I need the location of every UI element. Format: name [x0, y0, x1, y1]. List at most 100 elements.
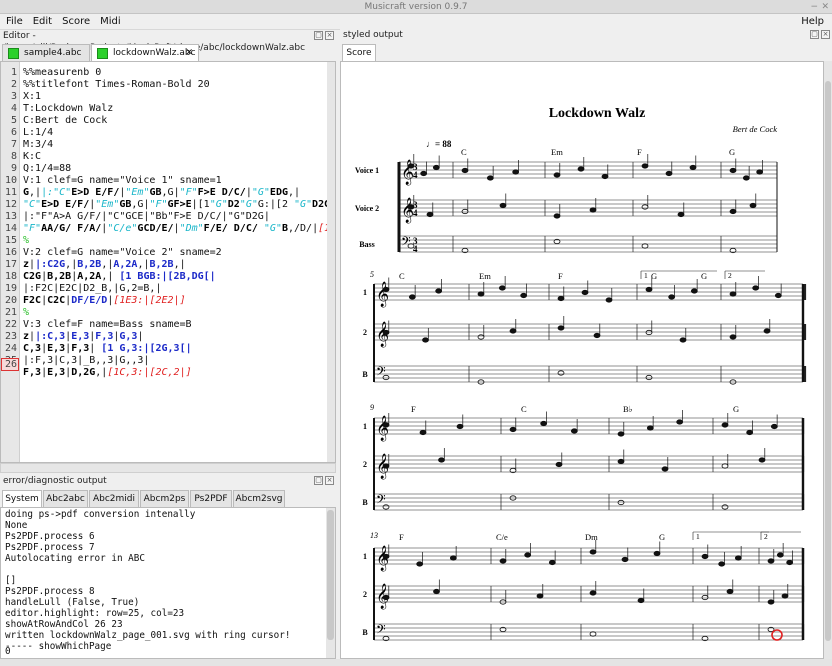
tab-abcm2svg[interactable]: Abcm2svg — [233, 490, 285, 507]
menu-help[interactable]: Help — [795, 14, 828, 30]
close-panel-icon[interactable]: × — [325, 31, 334, 40]
staff-label: 2 — [363, 328, 367, 337]
code-line: F,3|E,3|D,2G,|[1C,3:|[2C,2|] — [23, 367, 192, 378]
note-head — [621, 556, 629, 563]
code-line: V:1 clef=G name="Voice 1" sname=1 — [23, 175, 222, 186]
score-view[interactable]: Lockdown Walz Bert de Cock ♩= 88 Voice 1… — [340, 61, 824, 659]
code-line: |:F2C|E2C|D2_B,|G,2=B,| — [23, 283, 162, 294]
tab-lockdownwalz[interactable]: lockdownWalz.abc ✕ — [91, 44, 199, 61]
code-line: z||:C2G,|B,2B,|A,2A,|B,2B,| — [23, 259, 186, 270]
float-icon[interactable]: ▢ — [810, 30, 819, 39]
float-icon[interactable]: ▢ — [314, 476, 323, 485]
note-head — [548, 559, 556, 566]
clef-icon: 𝄞 — [376, 415, 389, 441]
menu-edit[interactable]: Edit — [27, 14, 56, 30]
note-head — [577, 166, 585, 172]
note-head — [781, 593, 789, 599]
ring-cursor — [771, 629, 783, 641]
scroll-thumb[interactable] — [327, 510, 334, 640]
score-scrollbar[interactable] — [824, 61, 832, 659]
note-head — [524, 552, 532, 558]
scroll-thumb[interactable] — [825, 81, 831, 641]
staff-label: B — [362, 498, 368, 507]
chord-symbol: F — [399, 532, 404, 542]
staff-label: B — [362, 628, 368, 637]
note-head — [645, 329, 653, 336]
quarter-note-icon: ♩ — [426, 139, 435, 149]
log-line: written lockdownWalz_page_001.svg with r… — [5, 630, 291, 641]
code-line: C:Bert de Cock — [23, 115, 108, 126]
note-head — [456, 423, 464, 430]
note-head — [557, 370, 565, 376]
note-head — [589, 549, 597, 555]
line-number: 4 — [10, 103, 17, 114]
code-line: %%measurenb 0 — [23, 67, 102, 78]
tab-abcm2ps[interactable]: Abcm2ps — [140, 490, 189, 507]
note-head — [581, 289, 589, 296]
line-number: 5 — [10, 115, 17, 126]
menu-midi[interactable]: Midi — [94, 14, 125, 30]
chord-symbol: Em — [479, 271, 491, 281]
editor-vertical-scrollbar[interactable] — [327, 62, 335, 462]
note-head — [589, 590, 597, 596]
note-head — [420, 170, 428, 177]
float-icon[interactable]: ▢ — [314, 31, 323, 40]
line-number: 17 — [4, 259, 17, 270]
measure-number: 9 — [370, 403, 374, 412]
note-head — [677, 211, 685, 218]
tab-score[interactable]: Score — [342, 44, 376, 61]
tab-ps2pdf[interactable]: Ps2PDF — [190, 490, 232, 507]
note-head — [419, 429, 427, 436]
chord-symbol: C — [399, 271, 405, 281]
minimize-icon[interactable]: − — [810, 0, 818, 14]
note-head — [553, 213, 561, 219]
close-icon[interactable]: ✕ — [821, 0, 829, 14]
line-number: 23 — [4, 331, 17, 342]
chord-symbol: G — [733, 404, 739, 414]
close-tab-icon[interactable]: ✕ — [185, 45, 193, 61]
note-head — [553, 172, 561, 178]
chord-symbol: G — [651, 271, 657, 281]
note-head — [557, 325, 565, 331]
code-line: G,||:"C"E>D E/F/|"Em"GB,G|"F"F>E D/C/|"G… — [23, 187, 301, 198]
line-number: 14 — [4, 223, 17, 234]
abc-editor[interactable]: 1 2 3 4 5 6 7 8 9 10 11 12 13 14 15 16 1… — [0, 61, 336, 463]
note-head — [690, 288, 698, 294]
note-head — [721, 463, 729, 469]
note-head — [461, 167, 469, 174]
tab-abc2abc[interactable]: Abc2abc — [43, 490, 88, 507]
note-head — [382, 553, 390, 560]
output-panel-label: styled output — [343, 30, 403, 40]
staff-systems: Voice 1 𝄞34Voice 2 𝄞34Bass 𝄢 34C Em F G1 𝄞2 𝄞B 𝄢C E… — [355, 147, 807, 642]
note-head — [641, 163, 649, 169]
tab-abc2midi[interactable]: Abc2midi — [89, 490, 139, 507]
note-head — [646, 425, 654, 431]
note-head — [555, 461, 563, 468]
tempo-value: = 88 — [435, 139, 452, 149]
line-number: 12 — [4, 199, 17, 210]
note-head — [665, 170, 673, 177]
error-scrollbar[interactable] — [326, 508, 335, 658]
log-line: Autolocating error in ABC — [5, 553, 145, 564]
note-head — [641, 243, 649, 249]
line-number: 2 — [10, 79, 17, 90]
tab-system[interactable]: System — [2, 490, 42, 507]
error-output[interactable]: doing ps->pdf conversion intenally None … — [0, 507, 336, 659]
editor-horizontal-scrollbar[interactable] — [0, 463, 336, 473]
tab-sample4[interactable]: sample4.abc — [2, 44, 90, 61]
file-status-icon — [97, 48, 108, 59]
note-head — [676, 419, 684, 425]
note-head — [668, 294, 676, 300]
code-line: X:1 — [23, 91, 42, 102]
code-line: % — [23, 235, 30, 246]
menu-file[interactable]: File — [0, 14, 27, 30]
close-panel-icon[interactable]: × — [821, 30, 830, 39]
note-head — [752, 285, 760, 291]
menu-score[interactable]: Score — [56, 14, 94, 30]
note-head — [689, 164, 697, 171]
close-panel-icon[interactable]: × — [325, 476, 334, 485]
note-head — [645, 374, 653, 381]
staff-label: 2 — [363, 590, 367, 599]
note-head — [756, 169, 764, 175]
note-head — [477, 291, 485, 297]
